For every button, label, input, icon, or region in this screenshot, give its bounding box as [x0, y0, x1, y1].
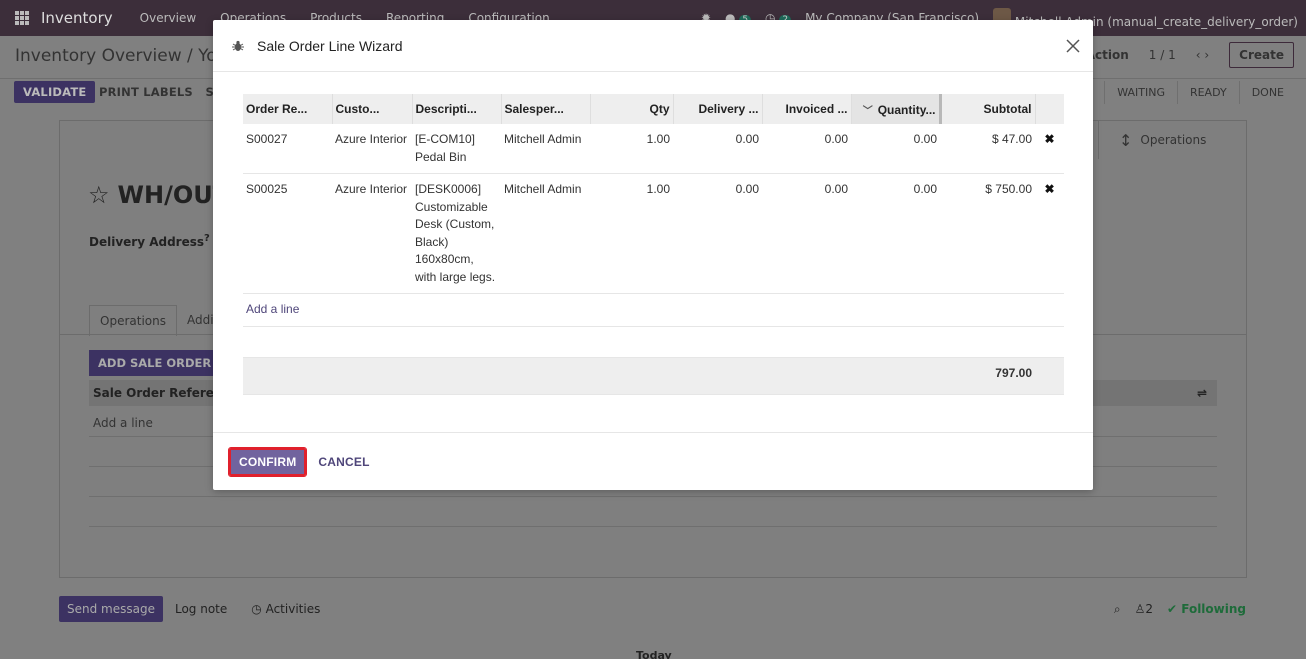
help-tooltip-icon[interactable]: ? — [204, 233, 210, 244]
sale-order-lines-grid: Order Re... Custo... Descripti... Salesp… — [243, 94, 1064, 395]
modal-header: Sale Order Line Wizard — [213, 20, 1093, 72]
cell-order-ref[interactable]: S00025 — [243, 173, 332, 294]
modal-footer: CONFIRM CANCEL — [213, 432, 1093, 490]
close-icon[interactable] — [1065, 38, 1081, 54]
delete-row-cell: ✖ — [1035, 173, 1064, 294]
column-actions — [1035, 94, 1064, 124]
print-labels-label: PRINT LABELS — [99, 85, 193, 99]
column-qty[interactable]: Qty — [590, 94, 674, 124]
cell-qty[interactable]: 1.00 — [590, 173, 673, 294]
arrows-vertical-icon: ↕ — [1119, 130, 1133, 150]
create-button[interactable]: Create — [1229, 42, 1294, 68]
row-divider — [89, 496, 1217, 497]
pager-value[interactable]: 1 / 1 — [1149, 48, 1176, 62]
clock-icon: ◷ — [251, 602, 262, 616]
sale-order-lines-table: Order Re... Custo... Descripti... Salesp… — [243, 94, 1064, 395]
cell-invoiced[interactable]: 0.00 — [762, 124, 851, 174]
sale-order-line-wizard-dialog: Sale Order Line Wizard Order Re... Custo… — [213, 20, 1093, 490]
followers-count: 2 — [1145, 602, 1153, 616]
delivery-address-text: Delivery Address — [89, 235, 205, 249]
cell-qty[interactable]: 1.00 — [590, 124, 673, 174]
total-row: 797.00 — [243, 356, 1064, 395]
table-header-row: Order Re... Custo... Descripti... Salesp… — [243, 94, 1064, 124]
attachment-icon[interactable]: ⌕ — [1114, 602, 1121, 617]
cell-description[interactable]: [DESK0006] Customizable Desk (Custom, Bl… — [412, 173, 501, 294]
table-row[interactable]: S00027 Azure Interior [E-COM10] Pedal Bi… — [243, 124, 1064, 174]
cancel-button[interactable]: CANCEL — [318, 455, 369, 469]
column-salesperson[interactable]: Salesper... — [501, 94, 591, 124]
following-button[interactable]: ✔ Following — [1167, 602, 1246, 617]
status-bar: FT WAITING READY DONE — [1066, 81, 1296, 104]
notebook-tabs: Operations Addit — [89, 305, 228, 336]
column-quantity-sorted[interactable]: ﹀ Quantity... — [851, 94, 942, 124]
chatter-toolbar: Send message Log note ◷ Activities — [59, 596, 332, 622]
bug-icon — [231, 39, 245, 53]
column-customer[interactable]: Custo... — [332, 94, 413, 124]
following-label: Following — [1181, 602, 1246, 616]
app-name[interactable]: Inventory — [41, 9, 113, 27]
status-ready[interactable]: READY — [1176, 81, 1239, 104]
cell-quantity[interactable]: 0.00 — [851, 173, 940, 294]
add-line-row: Add a line — [243, 293, 1064, 327]
delivery-address-label: Delivery Address? — [89, 233, 210, 249]
cell-order-ref[interactable]: S00027 — [243, 124, 332, 174]
record-title: ☆ WH/OUT — [88, 181, 229, 209]
column-invoiced[interactable]: Invoiced ... — [762, 94, 852, 124]
cell-customer[interactable]: Azure Interior — [332, 173, 412, 294]
cell-salesperson[interactable]: Mitchell Admin — [501, 124, 590, 174]
menu-item-overview[interactable]: Overview — [140, 11, 197, 25]
send-message-button[interactable]: Send message — [59, 596, 163, 622]
activities-button[interactable]: ◷ Activities — [239, 602, 332, 616]
followers-area: ⌕ ♙2 ✔ Following — [1114, 602, 1246, 617]
total-amount: 797.00 — [940, 356, 1035, 395]
operations-label: Operations — [1140, 133, 1207, 147]
delete-row-icon[interactable]: ✖ — [1044, 132, 1054, 146]
table-row[interactable]: S00025 Azure Interior [DESK0006] Customi… — [243, 173, 1064, 294]
column-quantity-label: Quantity... — [877, 102, 936, 117]
add-a-line-link[interactable]: Add a line — [246, 302, 299, 316]
background-add-line[interactable]: Add a line — [93, 416, 153, 430]
delete-row-cell: ✖ — [1035, 124, 1064, 174]
status-done[interactable]: DONE — [1238, 81, 1296, 104]
validate-button[interactable]: VALIDATE — [14, 81, 96, 103]
star-icon[interactable]: ☆ — [88, 181, 110, 209]
sort-chevron-down-icon: ﹀ — [862, 105, 873, 117]
status-waiting[interactable]: WAITING — [1104, 81, 1177, 104]
today-separator: Today — [636, 649, 672, 659]
column-description[interactable]: Descripti... — [412, 94, 502, 124]
cell-delivered[interactable]: 0.00 — [673, 124, 762, 174]
cell-invoiced[interactable]: 0.00 — [762, 173, 851, 294]
pager-arrows-icon[interactable]: ‹ › — [1196, 48, 1209, 62]
cell-subtotal[interactable]: $ 47.00 — [940, 124, 1035, 174]
modal-title: Sale Order Line Wizard — [257, 37, 403, 54]
column-delivered[interactable]: Delivery ... — [673, 94, 763, 124]
cell-subtotal[interactable]: $ 750.00 — [940, 173, 1035, 294]
cell-salesperson[interactable]: Mitchell Admin — [501, 173, 590, 294]
log-note-button[interactable]: Log note — [163, 602, 239, 616]
cell-description[interactable]: [E-COM10] Pedal Bin — [412, 124, 501, 174]
cell-customer[interactable]: Azure Interior — [332, 124, 412, 174]
column-order-reference[interactable]: Order Re... — [243, 94, 333, 124]
breadcrumb[interactable]: Inventory Overview / YourC — [15, 46, 246, 66]
confirm-button[interactable]: CONFIRM — [227, 446, 308, 477]
row-divider — [89, 526, 1217, 527]
tab-operations[interactable]: Operations — [89, 305, 177, 336]
cell-quantity[interactable]: 0.00 — [851, 124, 940, 174]
empty-row — [243, 326, 1064, 358]
followers-button[interactable]: ♙2 — [1135, 602, 1153, 617]
optional-columns-icon[interactable]: ⇌ — [1197, 386, 1207, 400]
activities-label: Activities — [265, 602, 321, 616]
delete-row-icon[interactable]: ✖ — [1044, 182, 1054, 196]
operations-smart-button[interactable]: ↕ Operations — [1098, 121, 1246, 159]
control-panel-right: Action 1 / 1 ‹ › Create — [1086, 42, 1294, 68]
print-labels-button[interactable]: PRINT LABELS SC — [90, 81, 232, 103]
cell-delivered[interactable]: 0.00 — [673, 173, 762, 294]
apps-menu-icon[interactable] — [15, 11, 29, 25]
column-subtotal[interactable]: Subtotal — [940, 94, 1036, 124]
